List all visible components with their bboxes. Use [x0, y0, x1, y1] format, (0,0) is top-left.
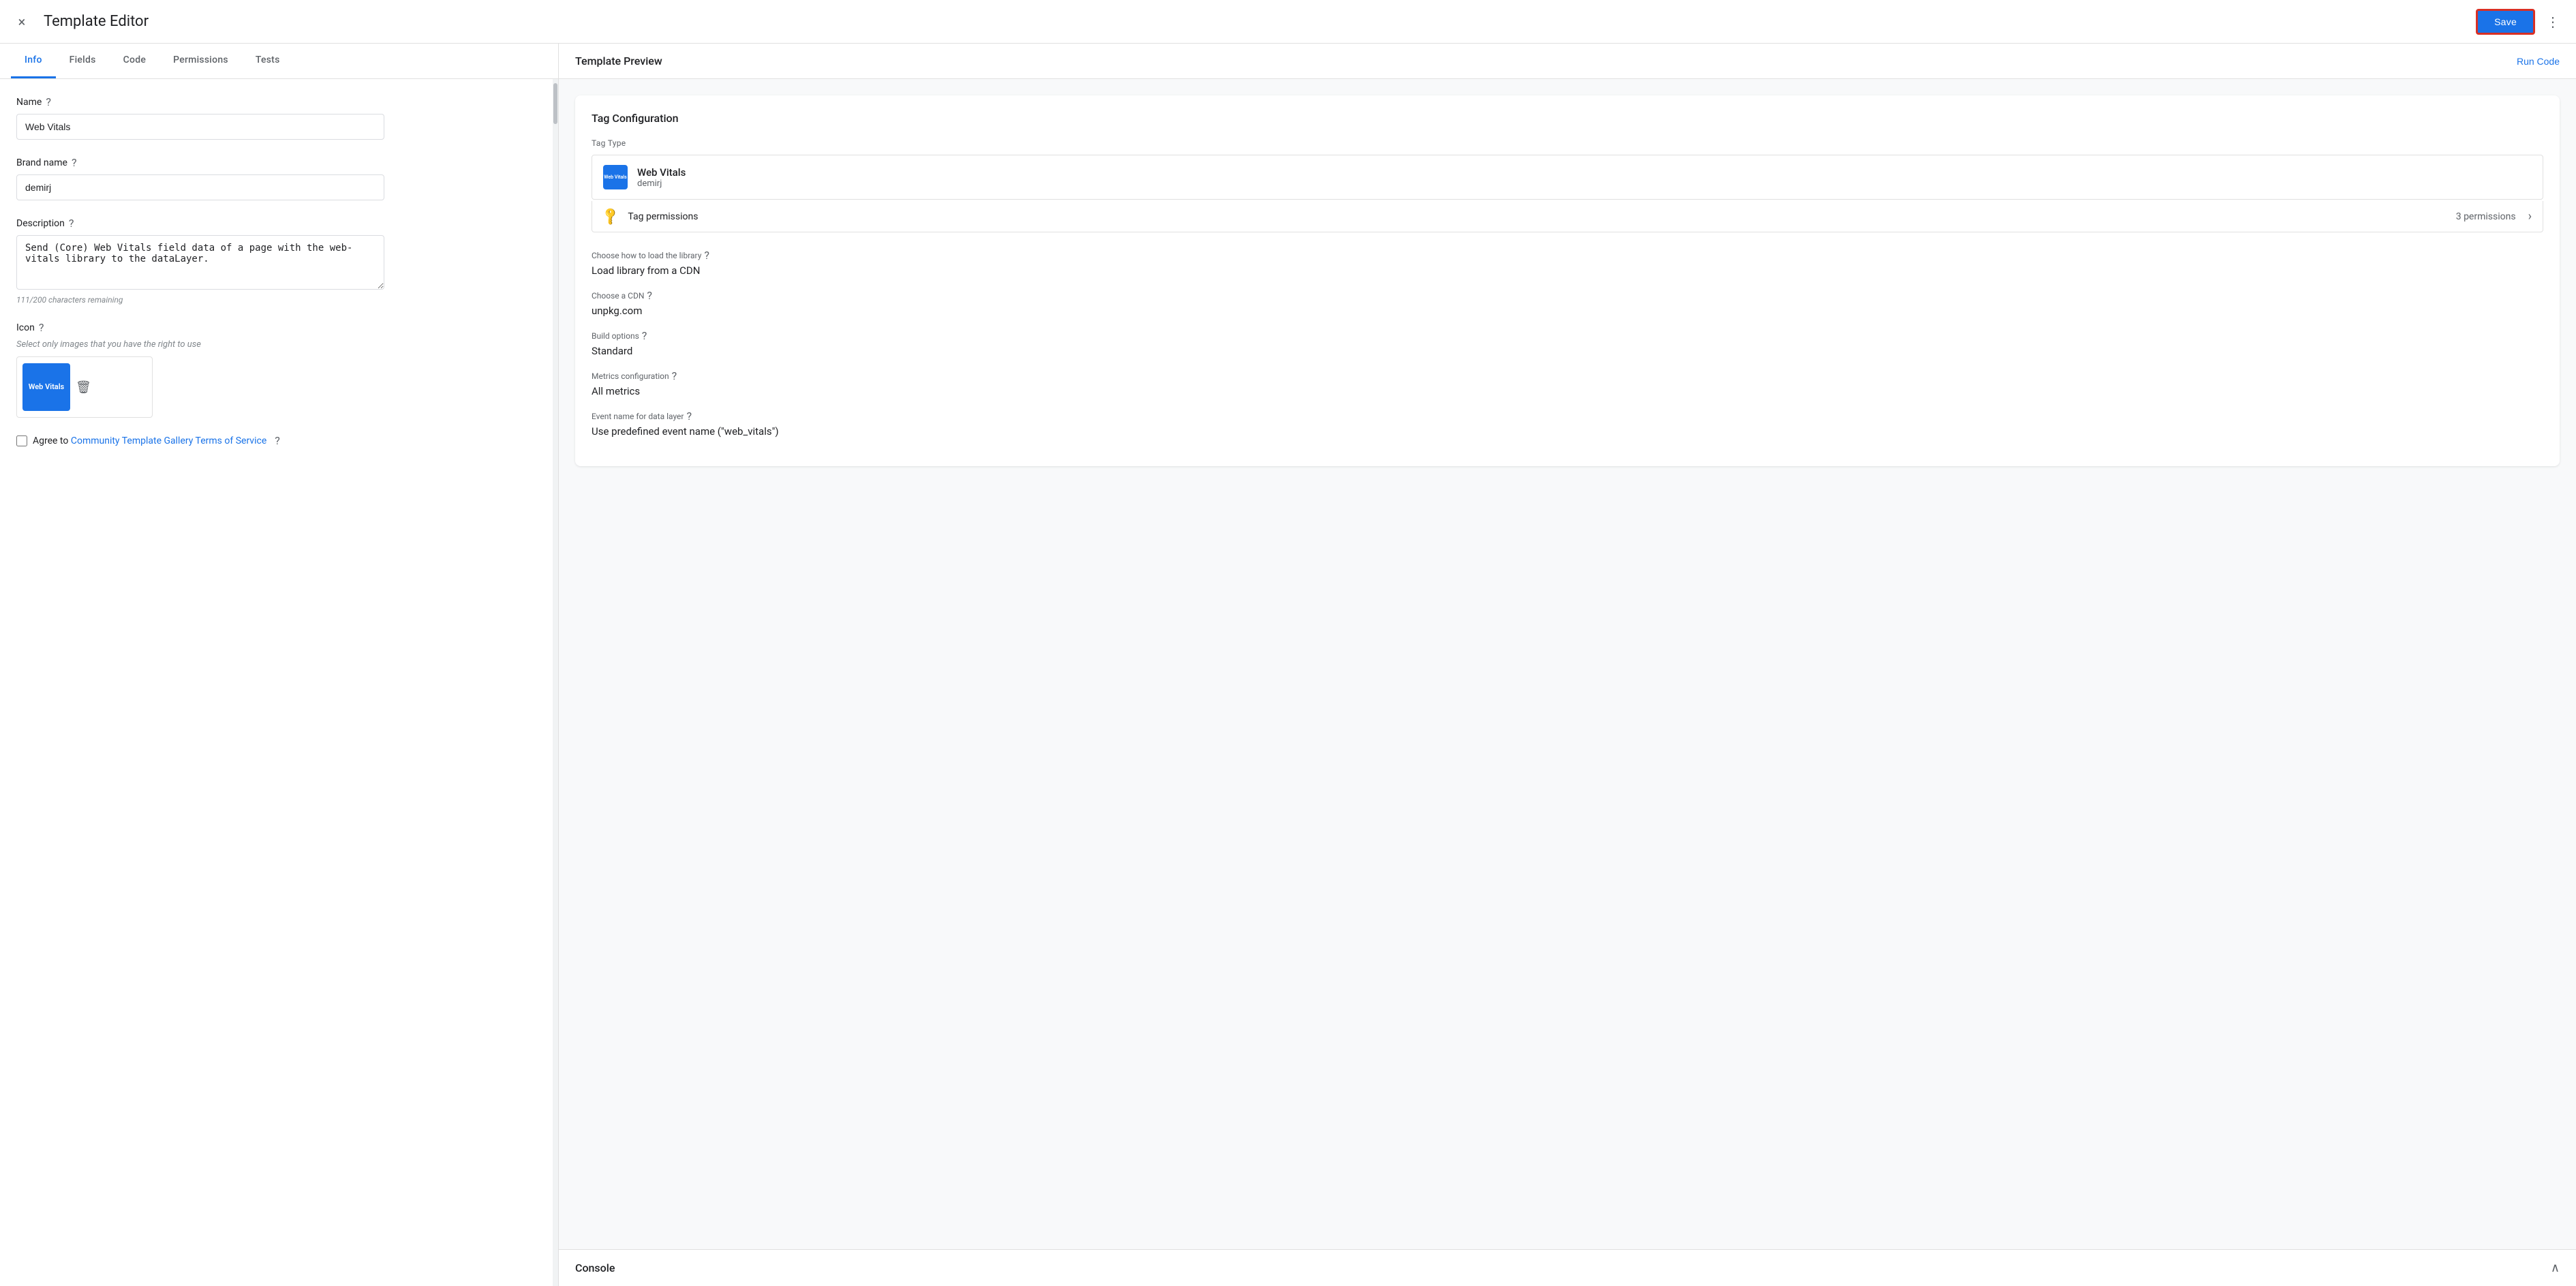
web-vitals-row[interactable]: Web Vitals Web Vitals demirj — [592, 155, 2543, 200]
build-label: Build options ? — [592, 329, 2543, 342]
cdn-select-field: Choose a CDN ? unpkg.com — [592, 289, 2543, 317]
brand-group: Brand name ? — [16, 156, 536, 200]
brand-label: Brand name ? — [16, 156, 536, 169]
description-textarea[interactable]: Send (Core) Web Vitals field data of a p… — [16, 235, 384, 290]
event-label: Event name for data layer ? — [592, 410, 2543, 423]
description-help-icon[interactable]: ? — [69, 217, 74, 230]
app-header: × Template Editor Save ⋮ — [0, 0, 2576, 44]
char-count: 111/200 characters remaining — [16, 295, 536, 305]
permissions-label: Tag permissions — [628, 211, 2446, 222]
description-group: Description ? Send (Core) Web Vitals fie… — [16, 217, 536, 305]
tab-tests[interactable]: Tests — [242, 44, 294, 78]
build-help-icon[interactable]: ? — [642, 329, 647, 342]
console-section: Console ∧ — [559, 1249, 2576, 1286]
wv-name: Web Vitals — [637, 166, 2532, 179]
tag-config-card: Tag Configuration Tag Type Web Vitals We… — [575, 95, 2560, 466]
cdn-select-value: unpkg.com — [592, 305, 2543, 317]
wv-icon: Web Vitals — [603, 165, 628, 189]
tag-type-label: Tag Type — [592, 138, 2543, 148]
metrics-field: Metrics configuration ? All metrics — [592, 369, 2543, 397]
tag-config-title: Tag Configuration — [592, 112, 2543, 125]
cdn-load-help-icon[interactable]: ? — [704, 249, 709, 262]
metrics-help-icon[interactable]: ? — [672, 369, 677, 382]
scrollbar-thumb — [553, 83, 557, 124]
name-group: Name ? — [16, 95, 536, 140]
icon-label: Icon ? — [16, 321, 536, 334]
left-panel: Info Fields Code Permissions Tests Name — [0, 44, 559, 1286]
tab-info[interactable]: Info — [11, 44, 56, 78]
brand-input[interactable] — [16, 174, 384, 200]
right-header: Template Preview Run Code — [559, 44, 2576, 79]
permissions-count: 3 permissions — [2456, 211, 2516, 222]
agree-row: Agree to Community Template Gallery Term… — [16, 434, 536, 447]
icon-help-icon[interactable]: ? — [39, 321, 44, 334]
header-actions: Save ⋮ — [2476, 8, 2565, 35]
cdn-load-label: Choose how to load the library ? — [592, 249, 2543, 262]
cdn-select-label: Choose a CDN ? — [592, 289, 2543, 302]
scrollbar-track[interactable] — [553, 79, 558, 1286]
agree-text: Agree to Community Template Gallery Term… — [33, 435, 266, 446]
main-layout: Info Fields Code Permissions Tests Name — [0, 44, 2576, 1286]
name-label: Name ? — [16, 95, 536, 108]
agree-link[interactable]: Community Template Gallery Terms of Serv… — [71, 435, 266, 446]
name-input[interactable] — [16, 114, 384, 140]
cdn-load-field: Choose how to load the library ? Load li… — [592, 249, 2543, 277]
icon-helper-text: Select only images that you have the rig… — [16, 339, 536, 350]
cdn-select-help-icon[interactable]: ? — [647, 289, 652, 302]
event-field: Event name for data layer ? Use predefin… — [592, 410, 2543, 438]
tabs-bar: Info Fields Code Permissions Tests — [0, 44, 558, 79]
event-value: Use predefined event name ("web_vitals") — [592, 425, 2543, 438]
cdn-load-value: Load library from a CDN — [592, 264, 2543, 277]
build-field: Build options ? Standard — [592, 329, 2543, 357]
web-vitals-icon-preview: Web Vitals — [22, 363, 70, 411]
icon-group: Icon ? Select only images that you have … — [16, 321, 536, 418]
wv-info: Web Vitals demirj — [637, 166, 2532, 189]
run-code-button[interactable]: Run Code — [2517, 56, 2560, 67]
preview-title: Template Preview — [575, 55, 662, 67]
wv-brand: demirj — [637, 179, 2532, 189]
app-title: Template Editor — [44, 13, 2476, 30]
permissions-row[interactable]: 🔑 Tag permissions 3 permissions › — [592, 201, 2543, 232]
metrics-label: Metrics configuration ? — [592, 369, 2543, 382]
build-value: Standard — [592, 345, 2543, 357]
console-title: Console — [575, 1261, 615, 1274]
right-panel: Template Preview Run Code Tag Configurat… — [559, 44, 2576, 1286]
delete-icon-button[interactable]: 🗑 — [76, 380, 91, 395]
description-label: Description ? — [16, 217, 536, 230]
left-content: Name ? Brand name ? Descriptio — [0, 79, 553, 1286]
agree-checkbox[interactable] — [16, 435, 27, 446]
event-help-icon[interactable]: ? — [687, 410, 692, 423]
tab-permissions[interactable]: Permissions — [159, 44, 242, 78]
key-icon: 🔑 — [600, 206, 622, 227]
more-options-button[interactable]: ⋮ — [2541, 8, 2565, 35]
tab-fields[interactable]: Fields — [56, 44, 110, 78]
tab-code[interactable]: Code — [110, 44, 159, 78]
metrics-value: All metrics — [592, 385, 2543, 397]
name-help-icon[interactable]: ? — [46, 95, 51, 108]
agree-help-icon[interactable]: ? — [275, 434, 280, 447]
left-scroll-area: Name ? Brand name ? Descriptio — [0, 79, 558, 1286]
console-expand-button[interactable]: ∧ — [2551, 1261, 2560, 1275]
icon-preview-box: Web Vitals 🗑 — [16, 356, 153, 418]
right-content: Tag Configuration Tag Type Web Vitals We… — [559, 79, 2576, 1249]
brand-help-icon[interactable]: ? — [72, 156, 77, 169]
save-button[interactable]: Save — [2476, 9, 2535, 35]
chevron-right-icon: › — [2528, 209, 2532, 224]
close-button[interactable]: × — [11, 11, 33, 33]
